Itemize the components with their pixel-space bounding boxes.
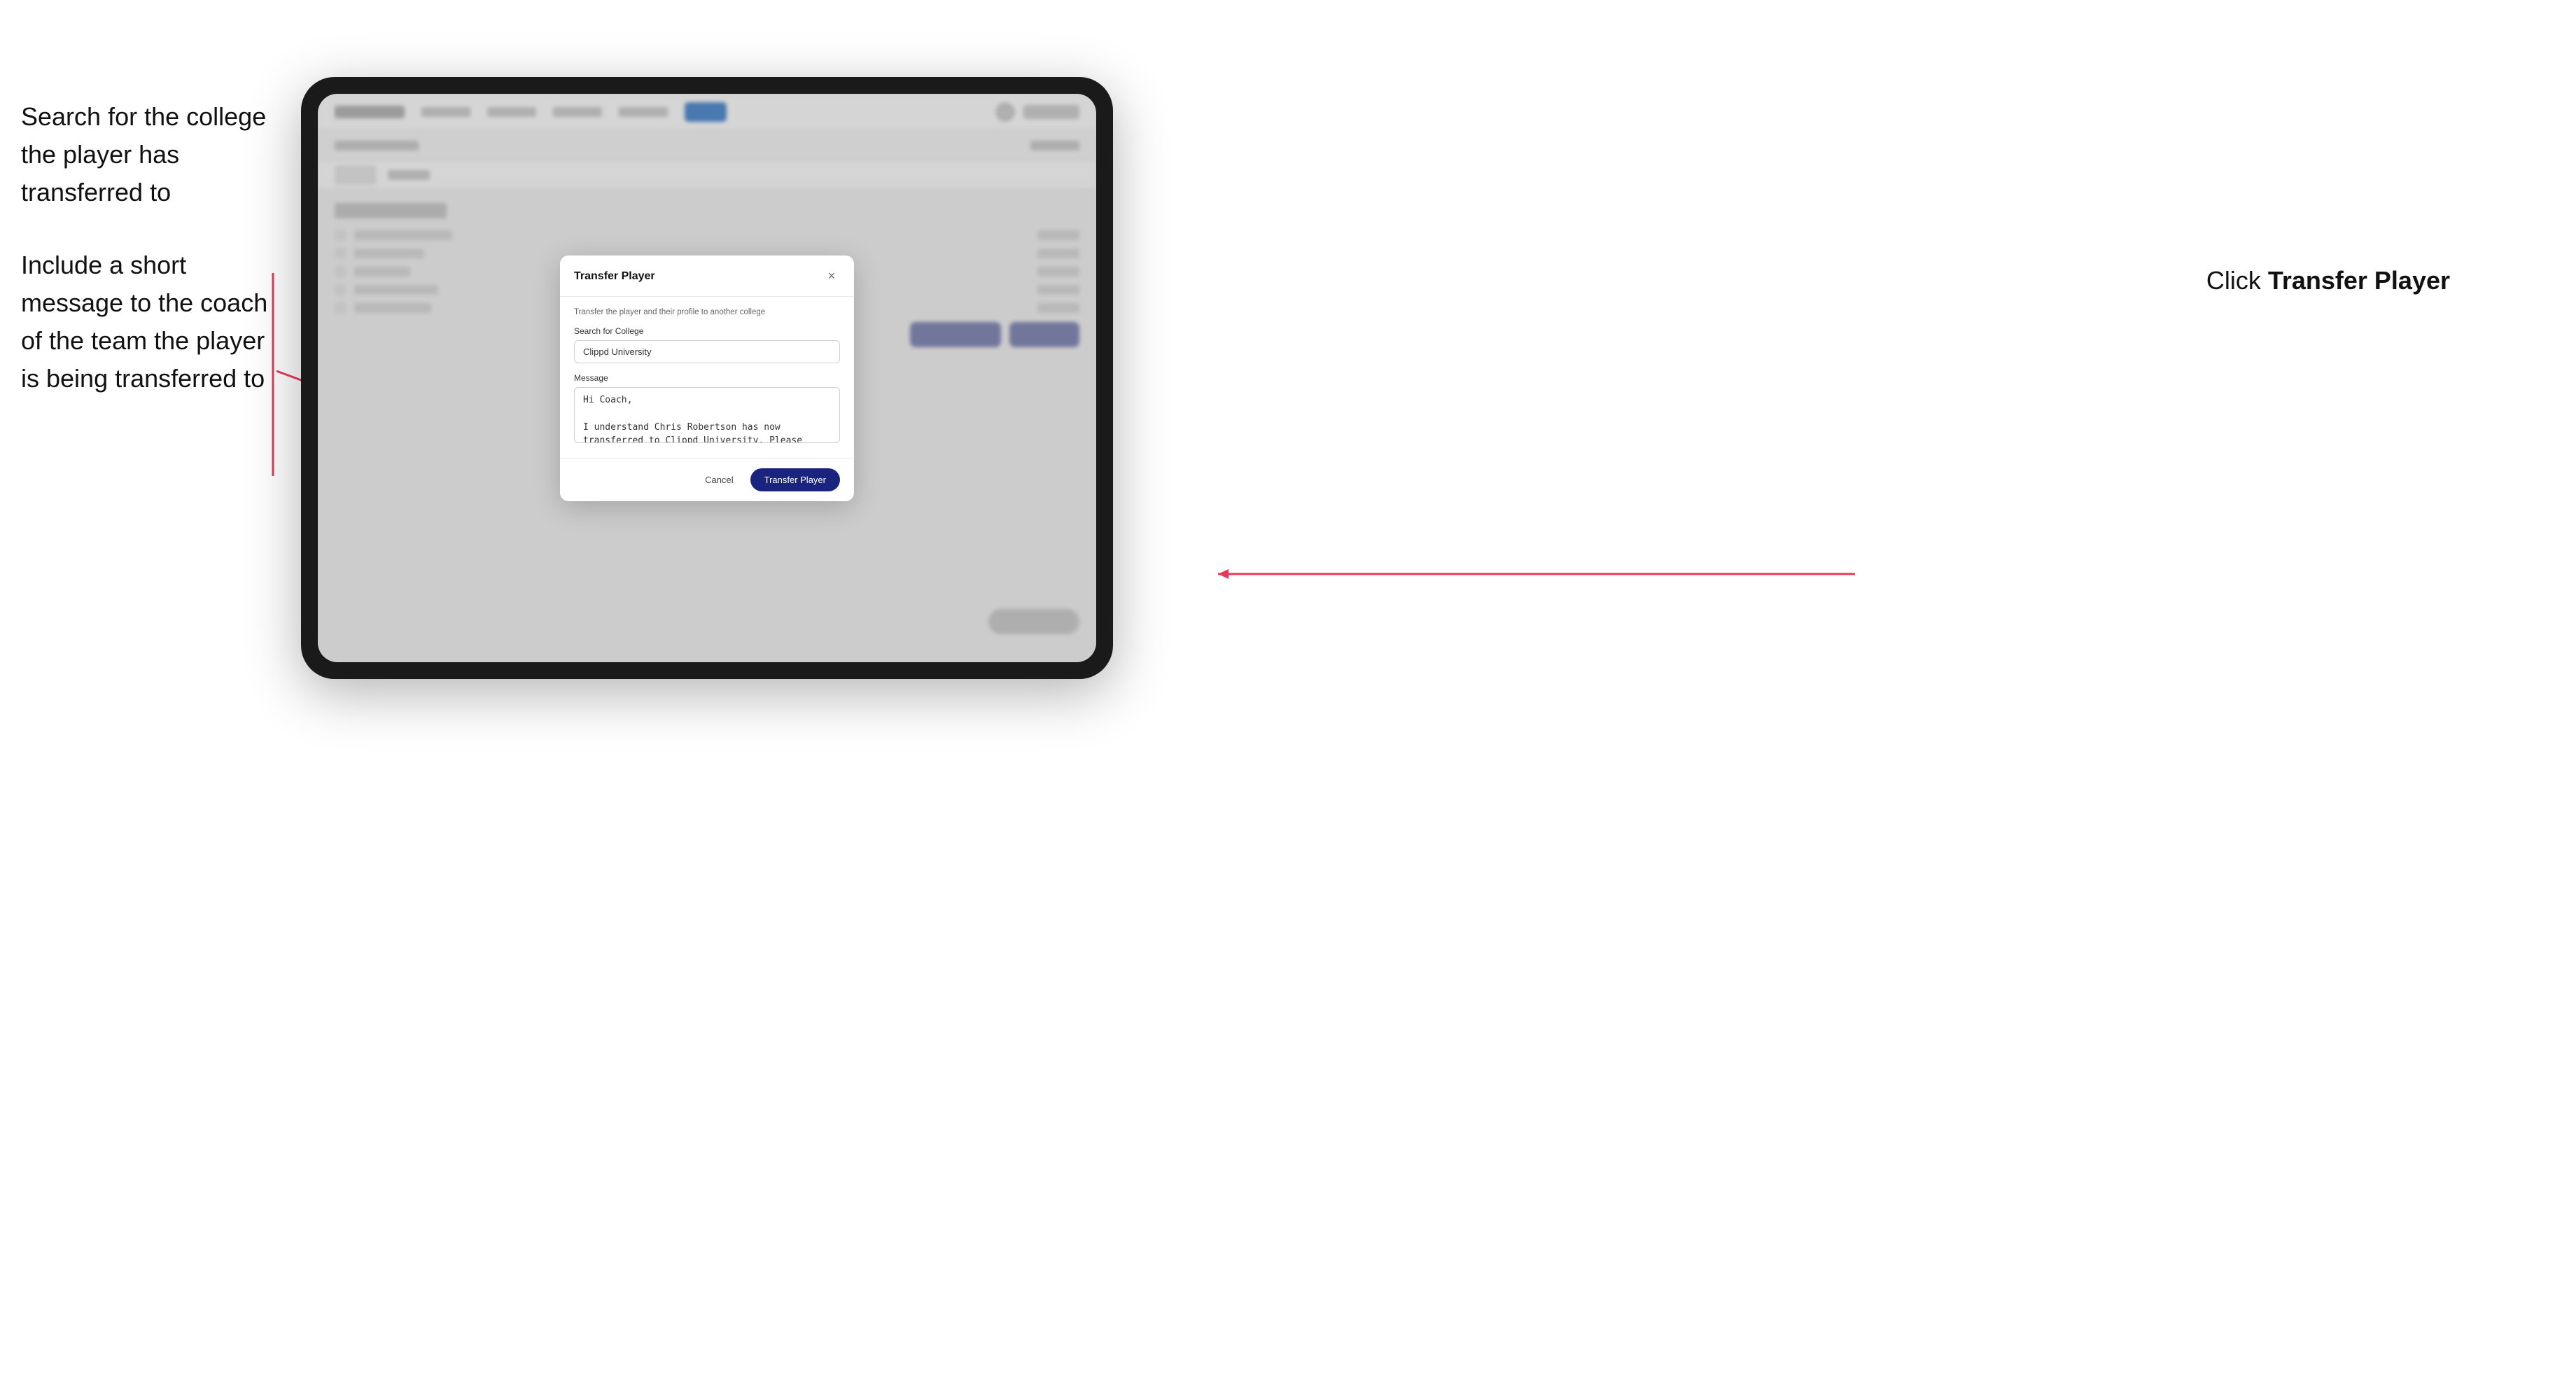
annotation-message-text: Include a short message to the coach of … [21,246,273,398]
search-college-input[interactable] [574,340,840,363]
annotation-click-prefix: Click [2206,266,2268,295]
message-textarea[interactable]: Hi Coach, I understand Chris Robertson h… [574,387,840,443]
tablet-device: Transfer Player × Transfer the player an… [301,77,1113,679]
annotation-search-text: Search for the college the player has tr… [21,98,273,211]
modal-title: Transfer Player [574,270,655,283]
modal-description: Transfer the player and their profile to… [574,308,840,316]
modal-close-button[interactable]: × [823,268,840,285]
modal-header: Transfer Player × [560,255,854,297]
annotation-right-container: Click Transfer Player [2206,266,2450,295]
annotation-transfer-bold: Transfer Player [2268,266,2450,295]
search-college-label: Search for College [574,326,840,336]
cancel-button[interactable]: Cancel [696,469,741,491]
modal-overlay: Transfer Player × Transfer the player an… [318,94,1096,662]
message-label: Message [574,373,840,383]
annotation-left-container: Search for the college the player has tr… [21,98,273,433]
modal-footer: Cancel Transfer Player [560,458,854,501]
tablet-screen: Transfer Player × Transfer the player an… [318,94,1096,662]
transfer-player-button[interactable]: Transfer Player [750,468,840,491]
modal-body: Transfer the player and their profile to… [560,297,854,458]
transfer-player-modal: Transfer Player × Transfer the player an… [560,255,854,501]
